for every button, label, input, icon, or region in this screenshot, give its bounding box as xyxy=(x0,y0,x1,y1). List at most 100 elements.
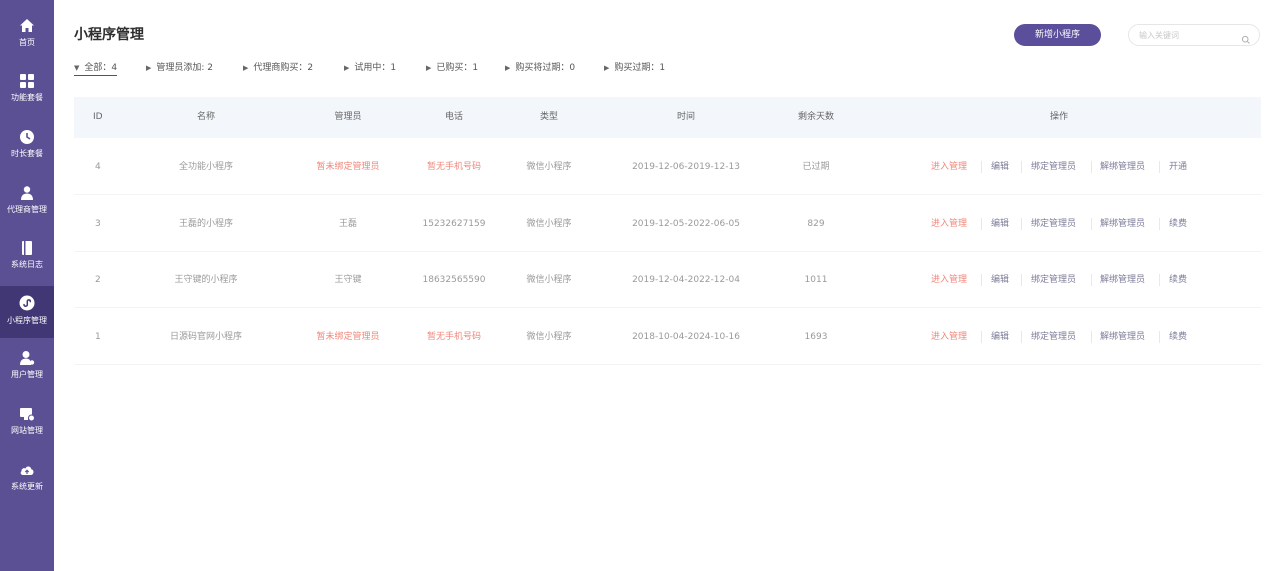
activate-link[interactable]: 开通 xyxy=(1169,139,1187,195)
sidebar: 首页 功能套餐 时长套餐 代理商管理 系统日志 小程序管理 用户管理 网站管理 … xyxy=(0,0,54,571)
bind-admin-link[interactable]: 绑定管理员 xyxy=(1031,196,1076,252)
sidebar-item-label: 时长套餐 xyxy=(11,149,43,158)
sidebar-item-update[interactable]: 系统更新 xyxy=(0,462,54,514)
sidebar-item-label: 系统更新 xyxy=(11,482,43,491)
cell-admin: 暂未绑定管理员 xyxy=(316,162,380,172)
divider xyxy=(1021,331,1022,343)
table-row: 3 王磊的小程序 王磊 15232627159 微信小程序 2019-12-05… xyxy=(74,196,1261,252)
divider xyxy=(1091,161,1092,173)
sidebar-item-logs[interactable]: 系统日志 xyxy=(0,240,54,292)
cell-admin: 王磊 xyxy=(338,219,357,229)
filter-label: 购买过期：1 xyxy=(614,63,666,73)
cell-type: 微信小程序 xyxy=(526,332,572,342)
agent-icon xyxy=(19,185,35,201)
unbind-admin-link[interactable]: 解绑管理员 xyxy=(1100,252,1145,308)
filter-label: 已购买：1 xyxy=(436,63,479,73)
cell-id: 1 xyxy=(95,332,101,342)
edit-link[interactable]: 编辑 xyxy=(991,139,1009,195)
sidebar-item-label: 首页 xyxy=(19,38,35,47)
cell-remaining-days: 1693 xyxy=(804,332,828,342)
unbind-admin-link[interactable]: 解绑管理员 xyxy=(1100,309,1145,365)
bind-admin-link[interactable]: 绑定管理员 xyxy=(1031,139,1076,195)
filter-label: 购买将过期：0 xyxy=(515,63,576,73)
cell-type: 微信小程序 xyxy=(526,275,572,285)
filter-all[interactable]: ▼ 全部：4 xyxy=(74,62,118,76)
cell-remaining-days: 1011 xyxy=(804,275,828,285)
caret-right-icon: ▶ xyxy=(344,64,350,72)
sidebar-item-label: 代理商管理 xyxy=(7,205,47,214)
edit-link[interactable]: 编辑 xyxy=(991,196,1009,252)
sidebar-item-miniprogram[interactable]: 小程序管理 xyxy=(0,286,54,338)
page-title: 小程序管理 xyxy=(74,27,144,43)
sidebar-item-label: 用户管理 xyxy=(11,370,43,379)
caret-right-icon: ▶ xyxy=(146,64,152,72)
filter-expired[interactable]: ▶ 购买过期：1 xyxy=(604,62,665,76)
cell-id: 4 xyxy=(95,162,101,172)
sidebar-item-agents[interactable]: 代理商管理 xyxy=(0,185,54,237)
user-icon xyxy=(19,350,35,366)
search-icon[interactable] xyxy=(1241,30,1251,44)
enter-manage-link[interactable]: 进入管理 xyxy=(931,196,967,252)
filter-agent-purchased[interactable]: ▶ 代理商购买：2 xyxy=(243,62,313,76)
caret-right-icon: ▶ xyxy=(505,64,511,72)
table-header: ID 名称 管理员 电话 类型 时间 剩余天数 操作 xyxy=(74,97,1261,138)
table-row: 1 日源码官网小程序 暂未绑定管理员 暂无手机号码 微信小程序 2018-10-… xyxy=(74,309,1261,365)
sidebar-item-features[interactable]: 功能套餐 xyxy=(0,73,54,125)
filter-purchased[interactable]: ▶ 已购买：1 xyxy=(426,62,478,76)
cell-phone: 18632565590 xyxy=(422,275,486,285)
enter-manage-link[interactable]: 进入管理 xyxy=(931,309,967,365)
filter-label: 全部：4 xyxy=(84,63,118,73)
cell-id: 3 xyxy=(95,219,101,229)
edit-link[interactable]: 编辑 xyxy=(991,309,1009,365)
sidebar-item-label: 网站管理 xyxy=(11,426,43,435)
divider xyxy=(981,161,982,173)
cell-phone: 暂无手机号码 xyxy=(426,332,481,342)
grid-icon xyxy=(19,73,35,89)
divider xyxy=(981,218,982,230)
cell-name: 王磊的小程序 xyxy=(178,219,233,229)
sidebar-item-users[interactable]: 用户管理 xyxy=(0,350,54,402)
divider xyxy=(1159,274,1160,286)
filter-label: 试用中：1 xyxy=(354,63,397,73)
edit-link[interactable]: 编辑 xyxy=(991,252,1009,308)
cell-remaining-days: 已过期 xyxy=(802,162,830,172)
caret-down-icon: ▼ xyxy=(74,64,80,72)
cell-time: 2019-12-06-2019-12-13 xyxy=(632,162,740,172)
column-header-phone: 电话 xyxy=(444,112,463,122)
sidebar-item-home[interactable]: 首页 xyxy=(0,18,54,70)
filter-expiring[interactable]: ▶ 购买将过期：0 xyxy=(505,62,575,76)
sidebar-item-website[interactable]: 网站管理 xyxy=(0,406,54,458)
cell-admin: 暂未绑定管理员 xyxy=(316,332,380,342)
cell-time: 2018-10-04-2024-10-16 xyxy=(632,332,740,342)
website-icon xyxy=(19,406,35,422)
divider xyxy=(981,331,982,343)
cloud-update-icon xyxy=(19,462,35,478)
filter-trial[interactable]: ▶ 试用中：1 xyxy=(344,62,396,76)
sidebar-item-duration[interactable]: 时长套餐 xyxy=(0,129,54,181)
enter-manage-link[interactable]: 进入管理 xyxy=(931,252,967,308)
sidebar-item-label: 功能套餐 xyxy=(11,93,43,102)
sidebar-item-label: 系统日志 xyxy=(11,260,43,269)
column-header-remaining-days: 剩余天数 xyxy=(797,112,834,122)
renew-link[interactable]: 续费 xyxy=(1169,252,1187,308)
filter-label: 代理商购买：2 xyxy=(253,63,314,73)
cell-name: 王守键的小程序 xyxy=(174,275,238,285)
divider xyxy=(1159,331,1160,343)
cell-type: 微信小程序 xyxy=(526,219,572,229)
filter-admin-added[interactable]: ▶ 管理员添加: 2 xyxy=(146,62,213,76)
table-row: 4 全功能小程序 暂未绑定管理员 暂无手机号码 微信小程序 2019-12-06… xyxy=(74,139,1261,195)
renew-link[interactable]: 续费 xyxy=(1169,196,1187,252)
unbind-admin-link[interactable]: 解绑管理员 xyxy=(1100,139,1145,195)
cell-phone: 15232627159 xyxy=(422,219,486,229)
divider xyxy=(1021,161,1022,173)
renew-link[interactable]: 续费 xyxy=(1169,309,1187,365)
bind-admin-link[interactable]: 绑定管理员 xyxy=(1031,252,1076,308)
enter-manage-link[interactable]: 进入管理 xyxy=(931,139,967,195)
miniprogram-icon xyxy=(19,295,35,311)
unbind-admin-link[interactable]: 解绑管理员 xyxy=(1100,196,1145,252)
search-input[interactable] xyxy=(1139,28,1235,42)
bind-admin-link[interactable]: 绑定管理员 xyxy=(1031,309,1076,365)
divider xyxy=(1091,274,1092,286)
divider xyxy=(1091,331,1092,343)
add-miniprogram-button[interactable]: 新增小程序 xyxy=(1014,24,1101,46)
